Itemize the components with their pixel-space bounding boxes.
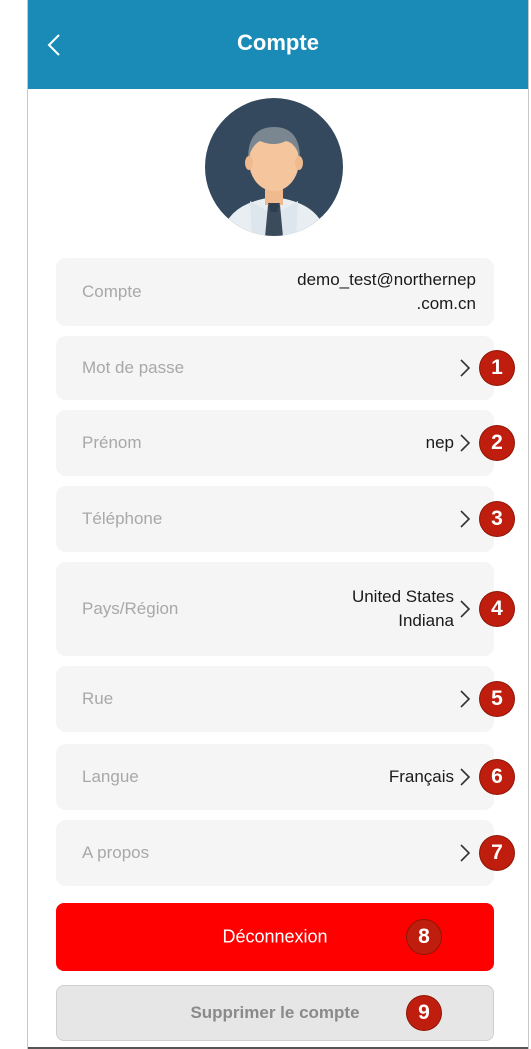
country-value: United States Indiana — [352, 585, 454, 633]
chevron-right-icon — [460, 434, 471, 452]
chevron-right-icon — [460, 359, 471, 377]
annotation-badge: 3 — [480, 502, 514, 536]
account-row: Compte demo_test@northernep .com.cn — [56, 258, 494, 326]
first-name-label: Prénom — [82, 433, 142, 452]
country-name: United States — [351, 587, 454, 606]
annotation-badge: 4 — [480, 592, 514, 626]
street-label: Rue — [82, 689, 114, 708]
app-header: Compte — [28, 0, 528, 89]
chevron-right-icon — [460, 510, 471, 528]
phone-screen: Compte Compte demo_test@northernep .com.… — [27, 0, 529, 1049]
chevron-right-icon — [460, 600, 471, 618]
country-label: Pays/Région — [82, 599, 179, 618]
chevron-right-icon — [460, 768, 471, 786]
first-name-row[interactable]: Prénom nep — [56, 410, 494, 476]
annotation-badge: 2 — [480, 426, 514, 460]
annotation-badge: 8 — [407, 920, 441, 954]
country-row[interactable]: Pays/Région United States Indiana — [56, 562, 494, 656]
chevron-right-icon — [460, 844, 471, 862]
account-email-line1: demo_test@northernep — [297, 270, 476, 289]
password-label: Mot de passe — [82, 358, 185, 377]
annotation-badge: 9 — [407, 996, 441, 1030]
about-row[interactable]: A propos — [56, 820, 494, 886]
annotation-badge: 5 — [480, 682, 514, 716]
street-row[interactable]: Rue — [56, 666, 494, 732]
avatar — [205, 98, 343, 236]
language-value: Français — [388, 767, 454, 786]
phone-label: Téléphone — [82, 509, 163, 528]
about-label: A propos — [82, 843, 150, 862]
language-row[interactable]: Langue Français — [56, 744, 494, 810]
password-row[interactable]: Mot de passe — [56, 336, 494, 400]
region-name: Indiana — [398, 611, 454, 630]
first-name-value: nep — [425, 433, 454, 452]
annotation-badge: 1 — [480, 351, 514, 385]
account-email-line2: .com.cn — [416, 294, 476, 313]
language-label: Langue — [82, 767, 139, 786]
chevron-right-icon — [460, 690, 471, 708]
account-value: demo_test@northernep .com.cn — [297, 268, 476, 316]
phone-row[interactable]: Téléphone — [56, 486, 494, 552]
page-title: Compte — [237, 30, 319, 55]
annotation-badge: 7 — [480, 836, 514, 870]
account-label: Compte — [82, 282, 142, 301]
annotation-badge: 6 — [480, 760, 514, 794]
